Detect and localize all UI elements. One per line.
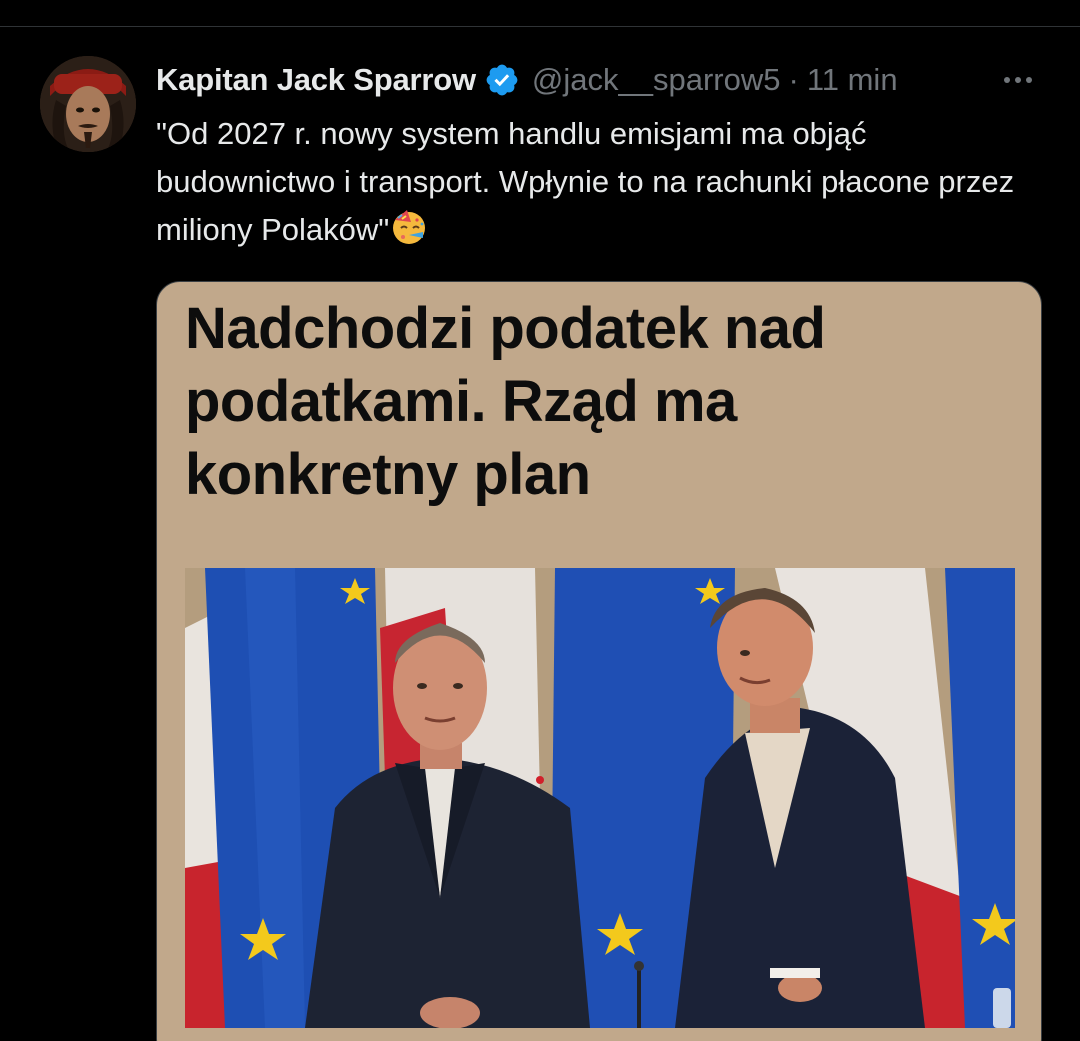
author-name[interactable]: Kapitan Jack Sparrow <box>156 62 476 98</box>
tweet-view: Kapitan Jack Sparrow @jack__sparrow5 · 1… <box>0 0 1080 1041</box>
tweet-time[interactable]: 11 min <box>807 62 898 98</box>
more-options-icon[interactable] <box>1000 62 1036 98</box>
separator-dot: · <box>788 62 799 97</box>
party-face-emoji <box>389 206 429 246</box>
card-headline: Nadchodzi podatek nad podatkami. Rząd ma… <box>185 296 826 507</box>
tweet-text-content: "Od 2027 r. nowy system handlu emisjami … <box>156 116 1023 247</box>
author-handle[interactable]: @jack__sparrow5 <box>532 62 781 98</box>
tweet-header: Kapitan Jack Sparrow @jack__sparrow5 · 1… <box>156 58 898 102</box>
card-photo[interactable] <box>185 568 1015 1028</box>
media-card[interactable]: Nadchodzi podatek nad podatkami. Rząd ma… <box>156 281 1042 1041</box>
avatar[interactable] <box>40 56 136 152</box>
divider <box>0 26 1080 27</box>
tweet-text: "Od 2027 r. nowy system handlu emisjami … <box>156 110 1016 254</box>
verified-badge-icon <box>484 62 520 98</box>
